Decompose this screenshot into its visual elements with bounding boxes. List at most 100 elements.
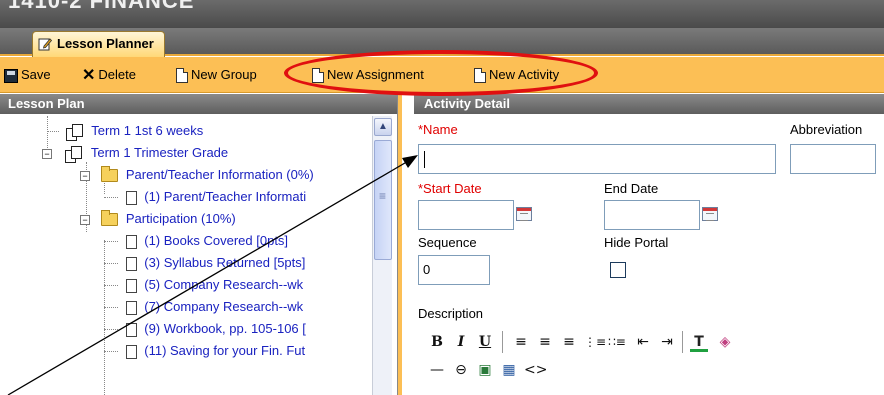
- document-icon: [125, 322, 137, 337]
- outdent-button[interactable]: ⇤: [634, 332, 652, 352]
- tree-item-term-1-trimester-grade[interactable]: − Term 1 Trimester Grade: [42, 142, 228, 164]
- horizontal-rule-button[interactable]: —: [428, 360, 446, 380]
- abbreviation-field[interactable]: [790, 144, 876, 174]
- save-button[interactable]: Save: [4, 66, 51, 84]
- new-document-icon: [312, 68, 324, 84]
- delete-button[interactable]: ✕ Delete: [82, 66, 136, 84]
- scroll-up-arrow-icon[interactable]: ▲: [374, 118, 392, 136]
- name-field[interactable]: [418, 144, 776, 174]
- start-date-field[interactable]: [418, 200, 514, 230]
- tree-guide: [104, 241, 118, 242]
- tree-item-parent-teacher-information[interactable]: − Parent/Teacher Information (0%): [80, 164, 314, 186]
- new-document-icon: [176, 68, 188, 84]
- activity-detail-panel: Activity Detail *Name Abbreviation *Star…: [402, 94, 884, 395]
- hide-portal-label: Hide Portal: [604, 235, 669, 250]
- tab-label: Lesson Planner: [57, 36, 154, 51]
- tree-item-company-research-5[interactable]: (5) Company Research--wk: [104, 274, 303, 296]
- tree-item-label: (11) Saving for your Fin. Fut: [144, 343, 306, 358]
- tree-guide: [104, 329, 118, 330]
- calendar-icon[interactable]: [516, 207, 532, 221]
- underline-button[interactable]: U: [476, 332, 494, 352]
- tree-item-label: Term 1 Trimester Grade: [90, 145, 229, 160]
- tree-item-label: (1) Books Covered [0pts]: [144, 233, 289, 248]
- term-icon: [65, 145, 83, 163]
- app-title: 1410-2 FINANCE: [8, 0, 195, 13]
- sequence-label: Sequence: [418, 235, 477, 250]
- table-button[interactable]: ▦: [500, 360, 518, 380]
- pencil-note-icon: [38, 38, 52, 51]
- tree-item-label: (5) Company Research--wk: [144, 277, 304, 292]
- align-center-button[interactable]: ≡: [536, 332, 554, 352]
- lesson-plan-panel: Lesson Plan Term 1 1st 6 weeks − Term 1 …: [0, 94, 398, 395]
- new-document-icon: [474, 68, 486, 84]
- start-date-label: *Start Date: [418, 181, 482, 196]
- calendar-icon[interactable]: [702, 207, 718, 221]
- indent-button[interactable]: ⇥: [658, 332, 676, 352]
- folder-icon: [101, 166, 119, 183]
- tab-lesson-planner[interactable]: Lesson Planner: [32, 31, 165, 57]
- save-label: Save: [21, 67, 51, 82]
- collapse-icon[interactable]: −: [42, 148, 52, 159]
- tree-scrollbar[interactable]: ▲: [372, 116, 392, 395]
- tree-guide: [104, 351, 118, 352]
- tree-item-term-1-1st-6-weeks[interactable]: Term 1 1st 6 weeks: [40, 120, 203, 142]
- numbered-list-button[interactable]: ⋮≡: [584, 332, 606, 352]
- document-icon: [125, 300, 137, 315]
- align-left-button[interactable]: ≡: [512, 332, 530, 352]
- tree-item-saving-for-your-fin[interactable]: (11) Saving for your Fin. Fut: [104, 340, 305, 362]
- sequence-field[interactable]: 0: [418, 255, 490, 285]
- new-assignment-button[interactable]: New Assignment: [312, 66, 424, 84]
- toolbar-divider: [502, 331, 503, 353]
- tree-guide: [104, 307, 118, 308]
- tree-item-label: Participation (10%): [125, 211, 236, 226]
- end-date-label: End Date: [604, 181, 659, 196]
- app-header: 1410-2 FINANCE: [0, 0, 884, 28]
- italic-button[interactable]: I: [452, 332, 470, 352]
- sequence-value: 0: [423, 262, 431, 277]
- new-assignment-label: New Assignment: [327, 67, 424, 82]
- tree-guide: [47, 131, 59, 132]
- tab-strip: Lesson Planner: [0, 28, 884, 57]
- tree-guide: [104, 197, 118, 198]
- text-caret: [424, 151, 425, 168]
- tree-guide: [104, 285, 118, 286]
- tree-item-label: Term 1 1st 6 weeks: [91, 123, 204, 138]
- delete-x-icon: ✕: [82, 66, 96, 84]
- tree-item-company-research-7[interactable]: (7) Company Research--wk: [104, 296, 303, 318]
- tree-item-label: (7) Company Research--wk: [144, 299, 304, 314]
- text-color-button[interactable]: T: [690, 332, 708, 352]
- new-group-label: New Group: [191, 67, 257, 82]
- document-icon: [125, 278, 137, 293]
- new-activity-button[interactable]: New Activity: [474, 66, 559, 84]
- tree-item-label: (1) Parent/Teacher Informati: [144, 189, 307, 204]
- tree-item-syllabus-returned[interactable]: (3) Syllabus Returned [5pts]: [104, 252, 305, 274]
- scroll-thumb[interactable]: [374, 140, 392, 260]
- link-button[interactable]: ⊖: [452, 360, 470, 380]
- bulleted-list-button[interactable]: ∷≡: [608, 332, 626, 352]
- lesson-plan-tree: Term 1 1st 6 weeks − Term 1 Trimester Gr…: [0, 116, 372, 395]
- tree-item-participation[interactable]: − Participation (10%): [80, 208, 236, 230]
- highlight-color-button[interactable]: ◈: [716, 332, 734, 352]
- tree-item-workbook[interactable]: (9) Workbook, pp. 105-106 [: [104, 318, 306, 340]
- end-date-field[interactable]: [604, 200, 700, 230]
- collapse-icon[interactable]: −: [80, 214, 90, 225]
- tree-item-books-covered[interactable]: (1) Books Covered [0pts]: [104, 230, 288, 252]
- document-icon: [125, 256, 137, 271]
- delete-label: Delete: [98, 67, 136, 82]
- name-label: *Name: [418, 122, 458, 137]
- document-icon: [125, 234, 137, 249]
- new-group-button[interactable]: New Group: [176, 66, 257, 84]
- hide-portal-checkbox[interactable]: [610, 262, 626, 278]
- tree-guide: [104, 263, 118, 264]
- source-code-button[interactable]: <>: [524, 360, 547, 380]
- lesson-plan-title: Lesson Plan: [0, 94, 397, 114]
- new-activity-label: New Activity: [489, 67, 560, 82]
- activity-detail-title: Activity Detail: [414, 94, 884, 114]
- collapse-icon[interactable]: −: [80, 170, 90, 181]
- floppy-disk-icon: [4, 68, 18, 83]
- align-right-button[interactable]: ≡: [560, 332, 578, 352]
- folder-icon: [101, 210, 119, 227]
- tree-item-parent-teacher-informati[interactable]: (1) Parent/Teacher Informati: [104, 186, 306, 208]
- bold-button[interactable]: B: [428, 332, 446, 352]
- image-button[interactable]: ▣: [476, 360, 494, 380]
